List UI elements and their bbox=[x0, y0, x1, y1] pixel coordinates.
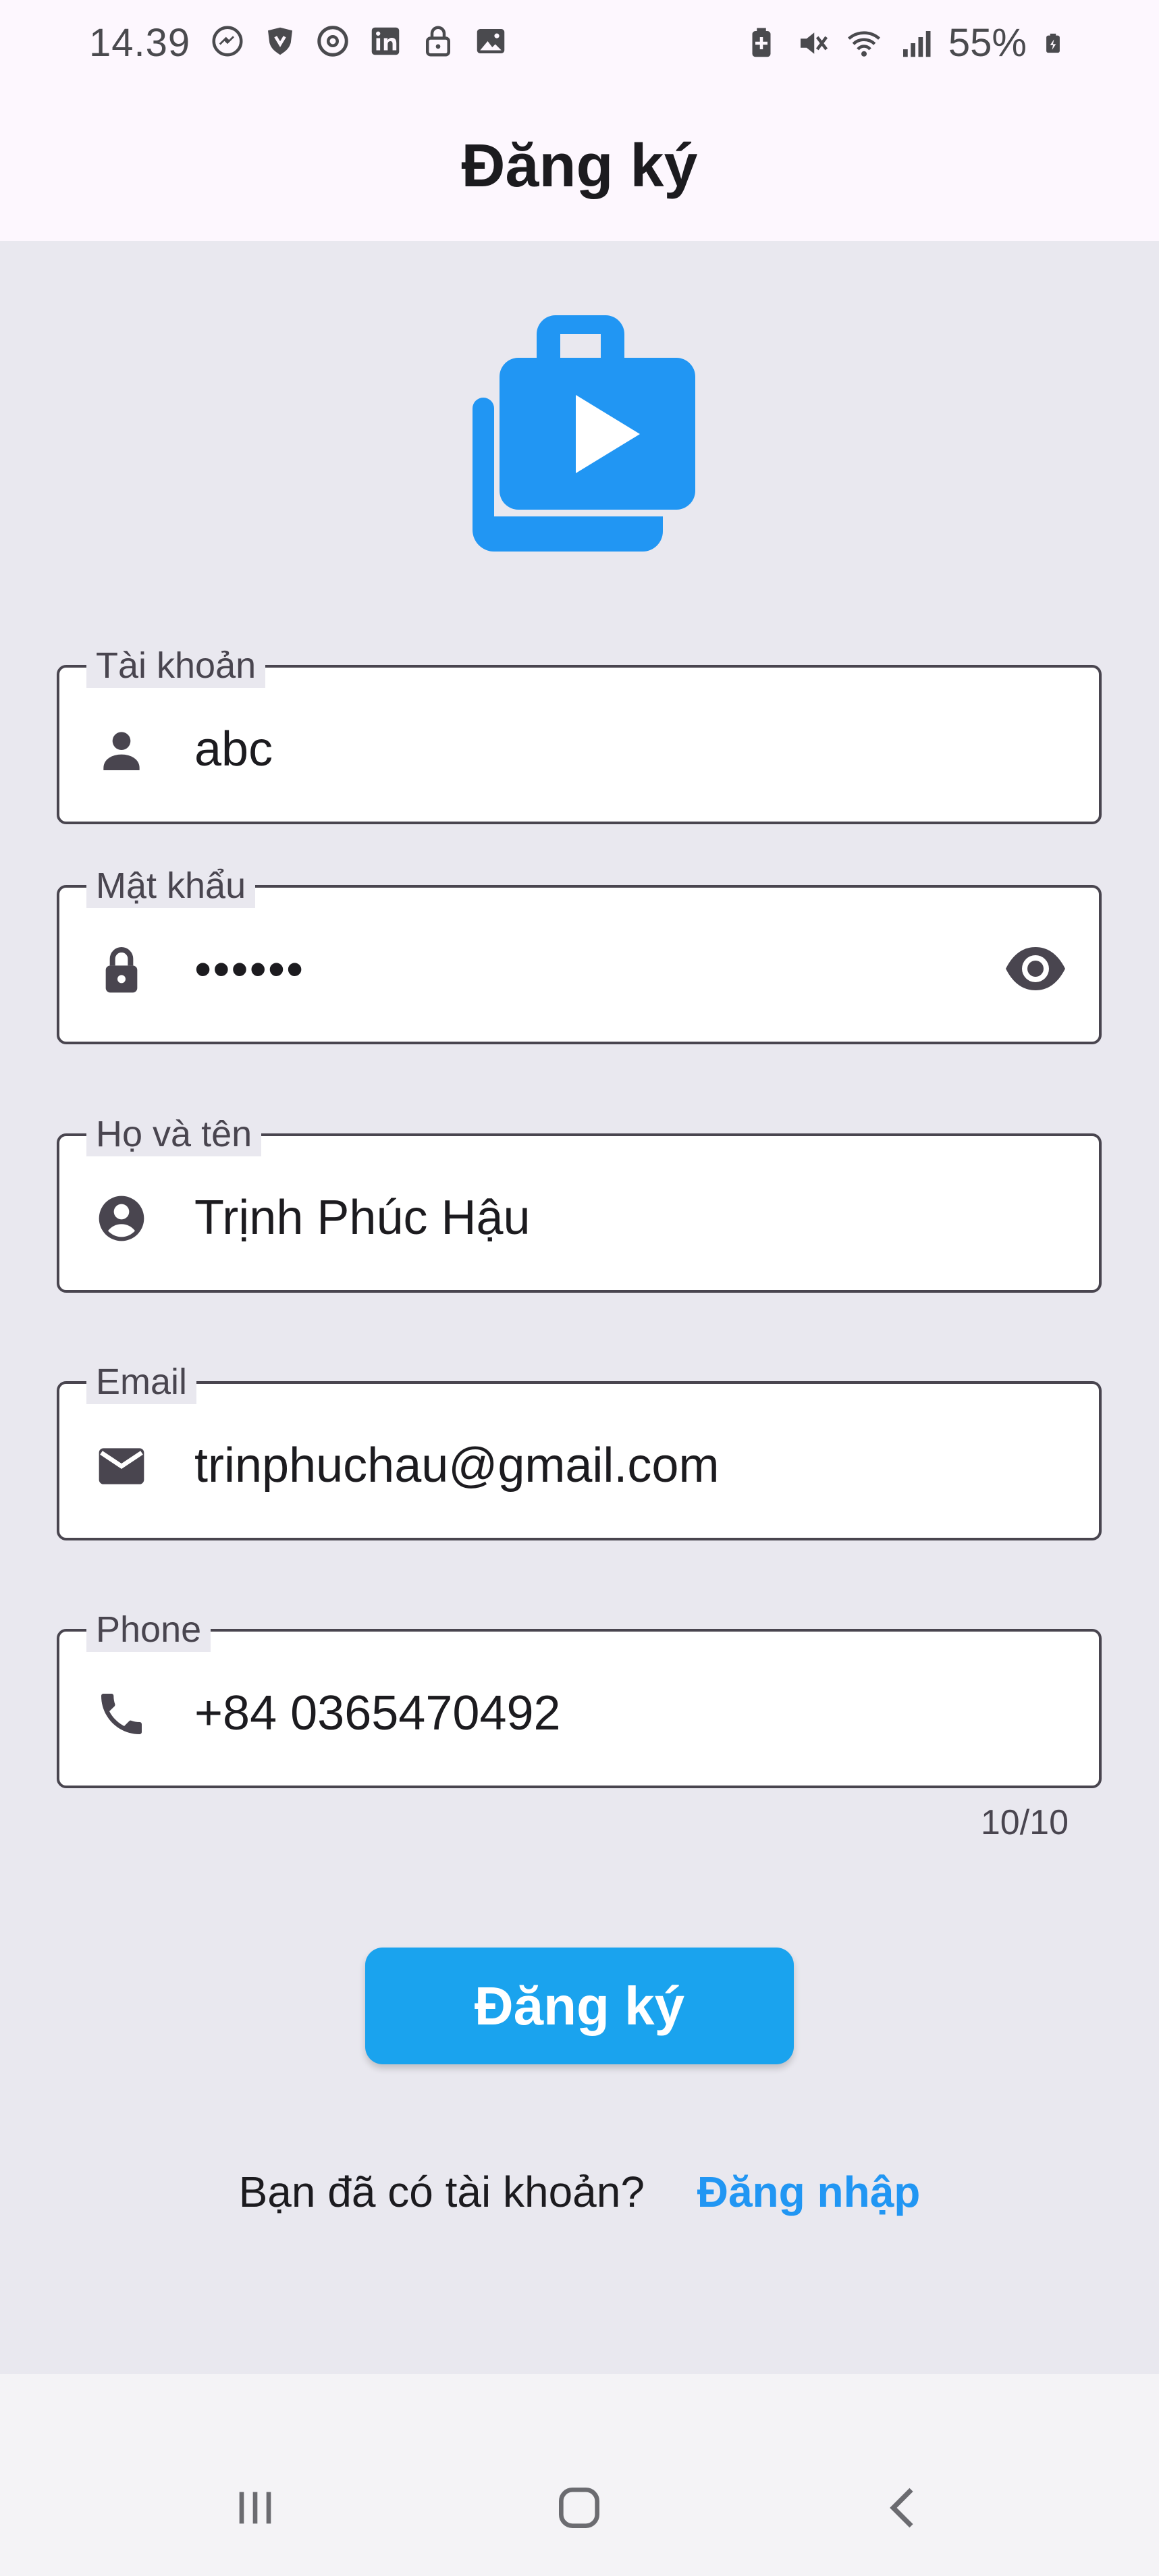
messenger-icon bbox=[212, 26, 243, 57]
person-icon bbox=[103, 732, 140, 770]
phone-input[interactable]: +84 0365470492 bbox=[194, 1684, 561, 1742]
video-library-logo-icon bbox=[473, 315, 695, 552]
threads-icon bbox=[317, 26, 348, 57]
password-field[interactable]: Mật khẩu •••••• bbox=[57, 863, 1102, 1044]
password-input[interactable]: •••••• bbox=[194, 940, 304, 998]
home-icon[interactable] bbox=[552, 2481, 606, 2535]
system-icons: 55% bbox=[743, 20, 1064, 65]
wifi-icon bbox=[847, 30, 880, 57]
login-link[interactable]: Đăng nhập bbox=[697, 2168, 921, 2216]
lock-icon bbox=[105, 947, 138, 993]
login-prompt-row: Bạn đã có tài khoản? Đăng nhập bbox=[0, 2167, 1159, 2217]
shield-icon bbox=[268, 27, 292, 55]
username-field[interactable]: Tài khoản abc bbox=[57, 643, 1102, 824]
phone-char-counter: 10/10 bbox=[980, 1803, 1069, 1842]
signal-icon bbox=[902, 30, 931, 57]
recent-apps-icon[interactable] bbox=[228, 2481, 282, 2535]
fullname-field[interactable]: Họ và tên Trịnh Phúc Hậu bbox=[57, 1112, 1102, 1293]
linkedin-icon bbox=[371, 27, 400, 55]
app-bar: Đăng ký bbox=[0, 84, 1159, 241]
account-circle-icon bbox=[99, 1196, 144, 1241]
eye-icon[interactable] bbox=[1003, 942, 1068, 996]
username-input[interactable]: abc bbox=[194, 720, 273, 778]
back-icon[interactable] bbox=[878, 2481, 932, 2535]
phone-field[interactable]: Phone +84 0365470492 bbox=[57, 1607, 1102, 1788]
lock-icon bbox=[426, 26, 450, 57]
register-button[interactable]: Đăng ký bbox=[365, 1948, 794, 2064]
phone-icon bbox=[101, 1694, 142, 1734]
fullname-label: Họ và tên bbox=[86, 1112, 262, 1156]
login-question: Bạn đã có tài khoản? bbox=[238, 2168, 645, 2216]
battery-percent: 55% bbox=[948, 21, 1027, 65]
email-input[interactable]: trinphuchau@gmail.com bbox=[194, 1437, 719, 1495]
fullname-input[interactable]: Trịnh Phúc Hậu bbox=[194, 1189, 531, 1247]
battery-icon bbox=[1046, 33, 1060, 53]
battery-saver-icon bbox=[752, 28, 771, 57]
image-icon bbox=[477, 29, 505, 53]
email-label: Email bbox=[86, 1360, 197, 1404]
status-time: 14.39 bbox=[89, 21, 191, 65]
mail-icon bbox=[99, 1448, 144, 1484]
system-nav-bar bbox=[0, 2437, 1159, 2576]
email-field[interactable]: Email trinphuchau@gmail.com bbox=[57, 1360, 1102, 1540]
phone-label: Phone bbox=[86, 1607, 211, 1652]
notification-icons bbox=[209, 23, 509, 59]
mute-icon bbox=[800, 32, 828, 54]
page-title: Đăng ký bbox=[461, 132, 698, 200]
status-bar: 14.39 55% bbox=[0, 0, 1159, 84]
password-label: Mật khẩu bbox=[86, 863, 256, 908]
username-label: Tài khoản bbox=[86, 643, 266, 688]
